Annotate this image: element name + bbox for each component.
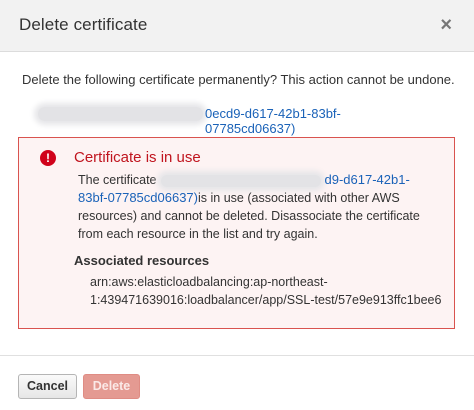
redacted-text [38,107,203,121]
alert-title: Certificate is in use [74,149,201,166]
certificate-identifier: 0ecd9-d617-42b1-83bf-07785cd06637) [30,103,430,136]
alert-text-prefix: The certificate [78,173,157,187]
alert-message: The certificate d9-d617-42b1- 83bf-07785cd… [78,171,438,243]
associated-resources-title: Associated resources [74,253,210,268]
alert-certificate-link-part1[interactable]: d9-d617-42b1- [325,172,410,187]
dialog-footer: Cancel Delete [0,355,474,410]
error-icon: ! [40,150,56,166]
certificate-link[interactable]: 0ecd9-d617-42b1-83bf-07785cd06637) [205,106,430,136]
dialog-header: Delete certificate × [0,0,474,52]
alert-certificate-link-part2[interactable]: 83bf-07785cd06637) [78,190,198,205]
resource-arn: arn:aws:elasticloadbalancing:ap-northeas… [90,275,442,307]
delete-button[interactable]: Delete [83,374,140,399]
cancel-button[interactable]: Cancel [18,374,77,399]
redacted-text [160,174,321,187]
close-icon[interactable]: × [440,13,452,37]
delete-certificate-dialog: Delete certificate × Delete the followin… [0,0,474,410]
error-alert: ! Certificate is in use The certificate d… [18,137,455,329]
dialog-title: Delete certificate [19,15,148,34]
delete-confirmation-message: Delete the following certificate permane… [22,72,455,87]
